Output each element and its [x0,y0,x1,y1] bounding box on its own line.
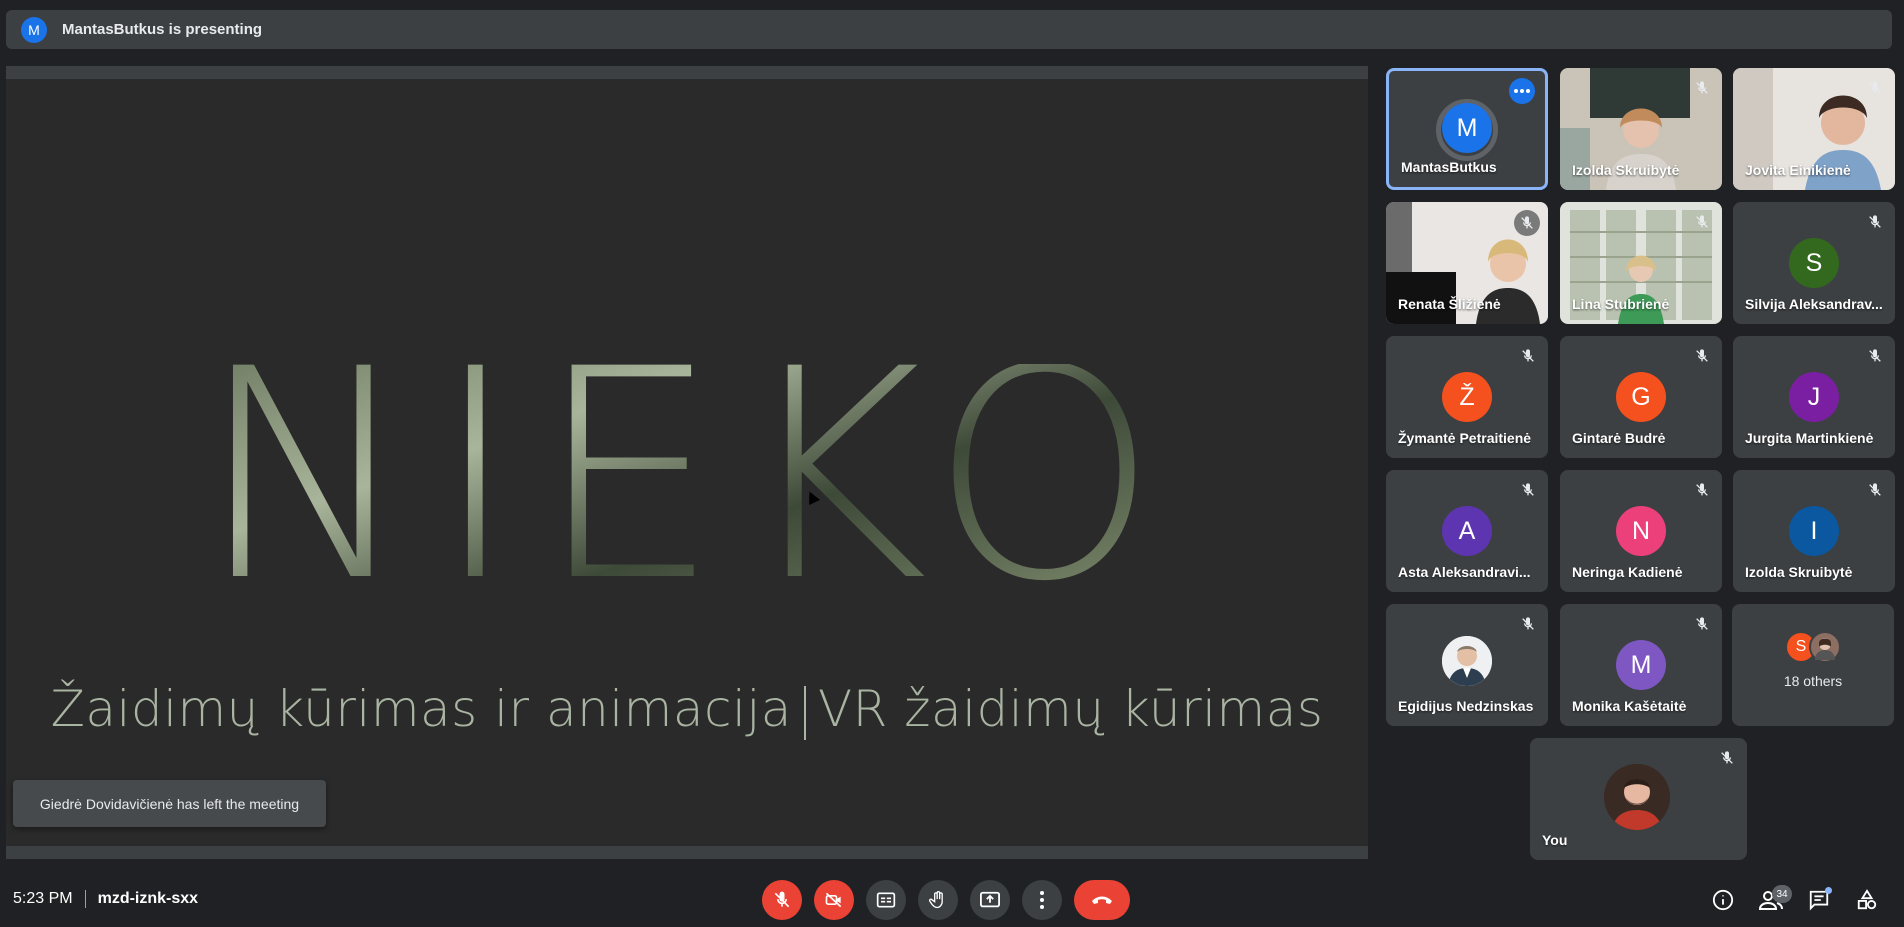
participant-name: Neringa Kadienė [1572,564,1683,580]
muted-icon [1518,346,1538,366]
muted-icon [1865,346,1885,366]
others-avatars: S [1785,631,1841,663]
presentation-stage[interactable]: NIEKO Žaidimų kūrimas ir animacija VR žai… [6,66,1368,859]
others-tile[interactable]: S 18 others [1732,604,1894,726]
muted-icon [1518,480,1538,500]
info-icon [1712,889,1734,911]
participant-name: Žymantė Petraitienė [1398,430,1532,446]
logo-text: NIEKO [198,364,1176,604]
participant-tile[interactable]: M Monika Kašėtaitė [1560,604,1722,726]
mic-off-icon [774,891,790,908]
camera-off-icon [825,892,842,908]
participant-tile[interactable]: G Gintarė Budrė [1560,336,1722,458]
clock-time: 5:23 PM [13,890,73,907]
participant-name: Silvija Aleksandrav... [1745,296,1883,312]
muted-icon [1692,212,1712,232]
participant-name: Renata Šližienė [1398,296,1501,312]
self-name: You [1542,832,1568,848]
participant-tile[interactable]: M MantasButkus [1386,68,1548,190]
muted-icon [1692,614,1712,634]
participant-name: Izolda Skruibytė [1572,162,1680,178]
others-label: 18 others [1783,673,1843,689]
present-icon [980,891,1000,908]
slide-subtitle: Žaidimų kūrimas ir animacija VR žaidimų k… [6,680,1368,740]
muted-icon [1692,78,1712,98]
participant-tile[interactable]: Izolda Skruibytė [1560,68,1722,190]
more-options-icon[interactable] [1509,78,1535,104]
chat-button[interactable] [1806,887,1832,913]
participant-name: Jovita Einikienė [1745,162,1851,178]
nieko-logo-graphic: NIEKO [198,364,1176,604]
presenting-text: MantasButkus is presenting [62,21,263,38]
presenting-banner: M MantasButkus is presenting [6,10,1892,49]
participant-tile[interactable]: Egidijus Nedzinskas [1386,604,1548,726]
participant-avatar: N [1616,506,1666,556]
participant-tile[interactable]: S Silvija Aleksandrav... [1733,202,1895,324]
participant-name: Gintarė Budrė [1572,430,1666,446]
muted-icon [1518,614,1538,634]
participant-name: Monika Kašėtaitė [1572,698,1687,714]
subtitle-divider [803,685,806,740]
muted-icon [1717,748,1737,768]
meeting-code: mzd-iznk-sxx [97,890,199,907]
muted-icon [1865,480,1885,500]
participant-avatar: S [1789,238,1839,288]
activities-button[interactable] [1854,887,1880,913]
participant-avatar: M [1616,640,1666,690]
participant-tile[interactable]: Jovita Einikienė [1733,68,1895,190]
participant-tile[interactable]: Ž Žymantė Petraitienė [1386,336,1548,458]
presenter-avatar: M [21,16,47,43]
raise-hand-button[interactable] [918,880,958,920]
participant-photo [1442,636,1492,686]
muted-icon [1514,210,1540,236]
slide-logo: NIEKO [6,334,1368,634]
hang-up-icon [1092,896,1112,904]
participant-name: Jurgita Martinkienė [1745,430,1874,446]
self-avatar [1604,764,1670,830]
captions-icon [876,892,896,908]
mini-avatar-photo [1809,631,1841,663]
present-screen-button[interactable] [970,880,1010,920]
participant-avatar: M [1442,103,1492,153]
participant-avatar: G [1616,372,1666,422]
muted-icon [1692,346,1712,366]
subtitle-right: VR žaidimų kūrimas [817,680,1324,738]
participant-tile[interactable]: Lina Stubrienė [1560,202,1722,324]
participant-tile[interactable]: A Asta Aleksandravi... [1386,470,1548,592]
participant-name: Lina Stubrienė [1572,296,1670,312]
captions-button[interactable] [866,880,906,920]
participant-avatar: I [1789,506,1839,556]
hand-icon [928,891,943,909]
muted-icon [1692,480,1712,500]
participant-name: Asta Aleksandravi... [1398,564,1531,580]
self-tile[interactable]: You [1530,738,1747,860]
more-options-button[interactable] [1022,880,1062,920]
participant-avatar: J [1789,372,1839,422]
participant-name: Izolda Skruibytė [1745,564,1853,580]
leave-call-button[interactable] [1074,880,1130,920]
mic-toggle-button[interactable] [762,880,802,920]
participant-avatar: A [1442,506,1492,556]
more-vert-icon [1040,891,1044,909]
participant-name: MantasButkus [1401,159,1497,175]
participant-tile[interactable]: I Izolda Skruibytė [1733,470,1895,592]
participant-avatar: Ž [1442,372,1492,422]
notification-toast: Giedrė Dovidavičienė has left the meetin… [13,780,326,827]
activities-icon [1857,889,1877,910]
participant-tile[interactable]: Renata Šližienė [1386,202,1548,324]
camera-toggle-button[interactable] [814,880,854,920]
divider [84,890,86,908]
subtitle-left: Žaidimų kūrimas ir animacija [50,680,792,738]
participant-tile[interactable]: J Jurgita Martinkienė [1733,336,1895,458]
participant-tile[interactable]: N Neringa Kadienė [1560,470,1722,592]
participant-count-badge: 34 [1772,885,1792,903]
meeting-details-button[interactable] [1710,887,1736,913]
participant-name: Egidijus Nedzinskas [1398,698,1534,714]
chat-unread-dot [1825,887,1832,894]
muted-icon [1865,78,1885,98]
muted-icon [1865,212,1885,232]
people-button[interactable]: 34 [1758,885,1792,913]
meeting-info: 5:23 PM mzd-iznk-sxx [13,890,198,908]
bottom-bar: 5:23 PM mzd-iznk-sxx 34 [0,870,1904,927]
